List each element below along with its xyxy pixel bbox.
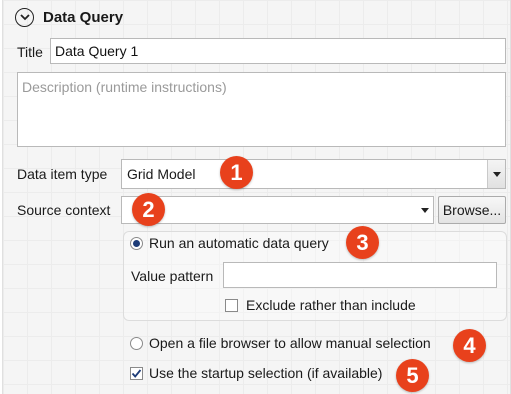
title-input[interactable]	[50, 38, 506, 64]
startup-selection-option[interactable]: Use the startup selection (if available)	[130, 365, 382, 381]
description-textarea[interactable]	[17, 72, 506, 147]
callout-badge-1: 1	[220, 156, 253, 189]
file-browser-option[interactable]: Open a file browser to allow manual sele…	[130, 335, 431, 351]
startup-label: Use the startup selection (if available)	[149, 365, 383, 381]
file-browser-radio[interactable]	[130, 336, 143, 350]
auto-query-option[interactable]: Run an automatic data query	[130, 235, 329, 251]
data-query-panel: Data Query Title Data item type Grid Mod…	[2, 0, 511, 394]
callout-badge-4: 4	[453, 329, 486, 362]
title-label: Title	[17, 44, 43, 60]
data-item-type-label: Data item type	[17, 166, 108, 182]
browse-button[interactable]: Browse...	[438, 196, 506, 224]
callout-badge-2: 2	[132, 193, 165, 226]
callout-badge-3: 3	[346, 226, 379, 259]
dropdown-button[interactable]	[487, 160, 505, 188]
auto-query-label: Run an automatic data query	[149, 235, 329, 251]
file-browser-label: Open a file browser to allow manual sele…	[149, 335, 431, 351]
exclude-label: Exclude rather than include	[246, 297, 416, 313]
source-context-dropdown-arrow[interactable]	[416, 207, 433, 213]
chevron-down-icon	[420, 207, 429, 213]
checkmark-icon	[131, 368, 142, 378]
radio-selected-dot	[133, 239, 140, 247]
chevron-down-icon	[19, 14, 30, 21]
callout-badge-5: 5	[396, 359, 429, 392]
value-pattern-label: Value pattern	[131, 268, 214, 284]
data-item-type-value: Grid Model	[127, 166, 196, 182]
value-pattern-input[interactable]	[223, 262, 497, 288]
source-context-select[interactable]	[121, 196, 434, 224]
startup-checkbox[interactable]	[130, 366, 143, 380]
exclude-checkbox[interactable]	[225, 298, 238, 312]
exclude-option[interactable]: Exclude rather than include	[225, 297, 416, 313]
source-context-label: Source context	[17, 202, 111, 218]
data-item-type-select[interactable]: Grid Model	[121, 159, 506, 189]
section-title: Data Query	[43, 9, 124, 26]
auto-query-radio[interactable]	[130, 236, 143, 250]
collapse-section-button[interactable]	[15, 8, 34, 27]
chevron-down-icon	[492, 171, 501, 177]
